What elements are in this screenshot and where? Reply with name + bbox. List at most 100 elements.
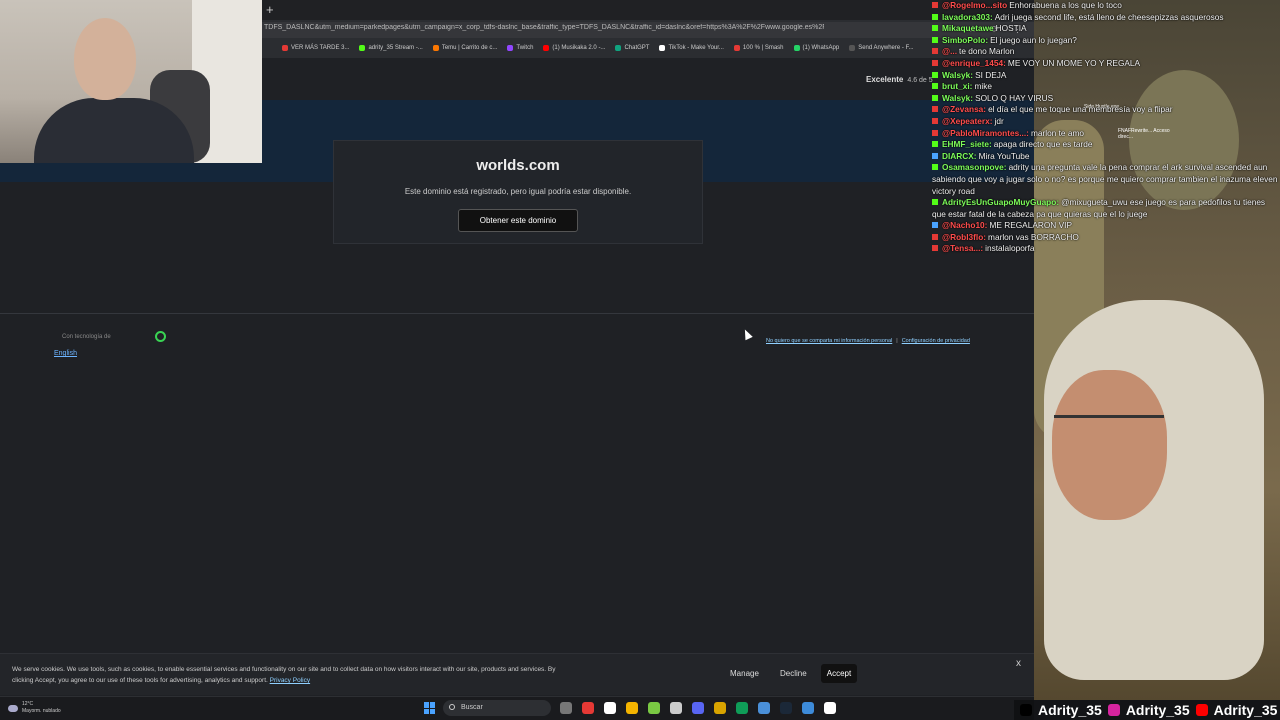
chat-username[interactable]: @Robl3flo:	[942, 232, 986, 242]
manage-cookies-button[interactable]: Manage	[730, 669, 759, 678]
chat-text: te dono Marlon	[959, 46, 1015, 57]
chat-message: @enrique_1454: ME VOY UN MOME YO Y REGALA	[932, 58, 1280, 70]
chat-username[interactable]: @Rogelmo...sito	[942, 0, 1007, 10]
get-domain-button[interactable]: Obtener este dominio	[458, 209, 578, 232]
bookmark-item[interactable]: 100 % | Smash	[733, 41, 784, 55]
chat-username[interactable]: DIARCX:	[942, 151, 977, 161]
bookmark-label: Temu | Carrito de c...	[441, 45, 498, 51]
trust-label: Excelente	[866, 75, 904, 84]
chat-username[interactable]: Walsyk:	[942, 70, 973, 80]
chat-username[interactable]: @...	[942, 46, 957, 56]
chat-username[interactable]: @PabloMiramontes...:	[942, 128, 1029, 138]
chat-text: Adri juega second life, está lleno de ch…	[994, 11, 1224, 22]
chat-text: marlon vas BORRACHO	[988, 231, 1079, 242]
chat-username[interactable]: lavadora303:	[942, 12, 993, 22]
bookmark-label: (1) WhatsApp	[802, 45, 840, 51]
link-separator: |	[896, 338, 898, 344]
chat-username[interactable]: SimboPolo:	[942, 35, 988, 45]
chat-username[interactable]: AdrityEsUnGuapoMuyGuapo:	[942, 197, 1059, 207]
social-handles: Adrity_35 Adrity_35 Adrity_35	[1014, 700, 1280, 720]
taskbar-app-icon[interactable]	[736, 702, 748, 714]
chat-username[interactable]: @Tensa...:	[942, 243, 983, 253]
address-bar[interactable]: TDFS_DASLNC&utm_medium=parkedpages&utm_c…	[262, 22, 1034, 38]
bookmark-item[interactable]: (1) Musikaka 2.0 -...	[543, 41, 605, 55]
weather-desc: Mayorm. nublado	[22, 708, 61, 714]
bookmarks-bar: VER MÁS TARDE 3... adrity_35 Stream -... T…	[262, 41, 1034, 55]
taskbar-app-icon[interactable]	[670, 702, 682, 714]
bookmark-item[interactable]: ChatGPT	[615, 41, 649, 55]
taskbar-app-icon[interactable]	[824, 702, 836, 714]
chat-username[interactable]: @enrique_1454:	[942, 58, 1006, 68]
chat-message: Walsyk: SI DEJA	[932, 70, 1280, 82]
privacy-policy-link[interactable]: Privacy Policy	[270, 677, 310, 684]
bookmark-item[interactable]: (1) WhatsApp	[793, 41, 840, 55]
cookie-banner: We serve cookies. We use tools, such as …	[0, 653, 1034, 695]
chat-text: apaga directo que es tarde	[993, 139, 1093, 150]
bookmark-item[interactable]: adrity_35 Stream -...	[359, 41, 423, 55]
tiktok-icon	[1020, 704, 1032, 716]
chat-text: El juego aun lo juegan?	[990, 34, 1077, 45]
chat-username[interactable]: @Nacho10:	[942, 220, 987, 230]
privacy-settings-link[interactable]: Configuración de privacidad	[902, 338, 970, 344]
taskbar-app-icon[interactable]	[648, 702, 660, 714]
taskbar-app-icon[interactable]	[582, 702, 594, 714]
taskbar-app-icon[interactable]	[758, 702, 770, 714]
bookmark-item[interactable]: Send Anywhere - F...	[849, 41, 914, 55]
bookmark-item[interactable]: VER MÁS TARDE 3...	[282, 41, 349, 55]
cloud-icon	[8, 704, 18, 712]
chat-text: SI DEJA	[975, 69, 1007, 80]
decline-cookies-button[interactable]: Decline	[780, 669, 807, 678]
mouse-cursor-icon	[741, 327, 753, 341]
bookmark-favicon-icon	[432, 45, 439, 51]
chat-message: Walsyk: SOLO Q HAY VIRUS	[932, 93, 1280, 105]
chat-badge-icon	[932, 129, 938, 136]
bookmark-label: TikTok - Make Your...	[668, 45, 724, 51]
bookmark-item[interactable]: Twitch	[507, 41, 533, 55]
privacy-links: No quiero que se comparta mi información…	[766, 338, 970, 344]
language-link[interactable]: English	[54, 350, 77, 357]
taskbar-search[interactable]: Buscar	[443, 700, 551, 716]
chat-username[interactable]: brut_xi:	[942, 81, 972, 91]
chat-message: lavadora303: Adri juega second life, está…	[932, 12, 1280, 24]
trust-score: 4.6 de 5	[907, 77, 933, 84]
chat-username[interactable]: @Xepeaterx:	[942, 116, 993, 126]
start-button[interactable]	[424, 702, 436, 714]
domain-title: worlds.com	[476, 157, 560, 174]
chat-username[interactable]: EHMF_siete:	[942, 139, 992, 149]
bookmark-favicon-icon	[793, 45, 800, 51]
bookmark-label: Twitch	[516, 45, 534, 51]
chat-badge-icon	[932, 152, 938, 159]
weather-temp: 12°C	[22, 701, 34, 707]
chat-badge-icon	[932, 233, 938, 240]
privacy-optout-link[interactable]: No quiero que se comparta mi información…	[766, 338, 892, 344]
chat-username[interactable]: Osamasonpove:	[942, 162, 1007, 172]
chat-username[interactable]: Mikaquetawe	[942, 23, 994, 33]
bookmark-favicon-icon	[282, 45, 288, 51]
url-text[interactable]: TDFS_DASLNC&utm_medium=parkedpages&utm_c…	[264, 24, 824, 31]
bookmark-item[interactable]: TikTok - Make Your...	[659, 41, 724, 55]
taskbar-app-icon[interactable]	[714, 702, 726, 714]
art-face	[1052, 370, 1167, 520]
bookmark-favicon-icon	[615, 45, 622, 51]
taskbar-app-icon[interactable]	[604, 702, 616, 714]
accept-cookies-button[interactable]: Accept	[821, 664, 857, 683]
stream-chat: @Rogelmo...sito Enhorabuena a los que lo …	[932, 0, 1280, 265]
chat-username[interactable]: Walsyk:	[942, 93, 973, 103]
close-icon[interactable]: x	[1016, 658, 1021, 669]
taskbar: 12°C Mayorm. nublado Buscar	[0, 696, 1034, 720]
chat-message: @Rogelmo...sito Enhorabuena a los que lo …	[932, 0, 1280, 12]
chat-message: EHMF_siete: apaga directo que es tarde	[932, 139, 1280, 151]
instagram-icon	[1107, 704, 1120, 716]
taskbar-app-icon[interactable]	[802, 702, 814, 714]
powered-by: Con tecnología de	[62, 331, 166, 342]
chat-message: @Zevansa: el día el que me toque una memb…	[932, 104, 1280, 116]
taskbar-app-icon[interactable]	[780, 702, 792, 714]
cookie-text: We serve cookies. We use tools, such as …	[12, 664, 572, 686]
taskbar-app-icon[interactable]	[692, 702, 704, 714]
new-tab-button[interactable]: +	[266, 2, 274, 17]
bookmark-item[interactable]: Temu | Carrito de c...	[432, 41, 498, 55]
taskbar-app-icon[interactable]	[626, 702, 638, 714]
weather-widget[interactable]: 12°C Mayorm. nublado	[8, 701, 61, 715]
chat-username[interactable]: @Zevansa:	[942, 104, 986, 114]
taskbar-app-icon[interactable]	[560, 702, 572, 714]
